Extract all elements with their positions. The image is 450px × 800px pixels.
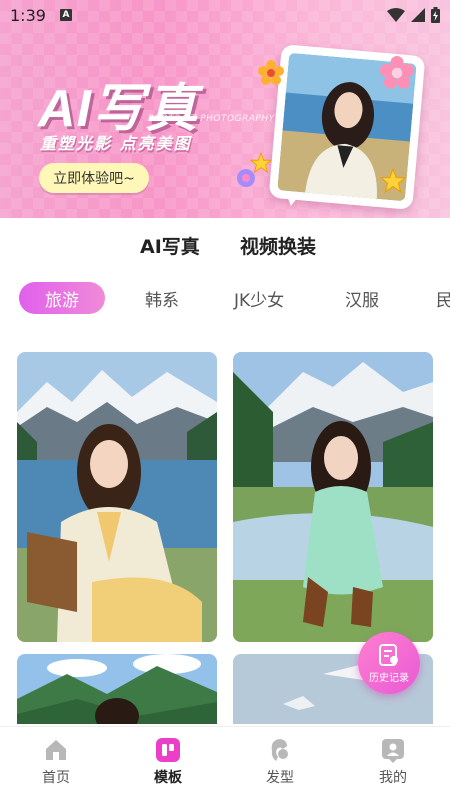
template-card[interactable]	[233, 352, 433, 642]
notification-badge: A	[59, 9, 72, 21]
style-tab-hanfu[interactable]: 汉服	[345, 282, 379, 314]
style-tab-korean[interactable]: 韩系	[145, 282, 179, 314]
signal-icon	[411, 8, 425, 22]
star-icon	[380, 168, 406, 194]
banner-slogan: 重塑光影 点亮美图	[40, 134, 192, 153]
history-button[interactable]: 历史记录	[358, 632, 420, 694]
history-button-label: 历史记录	[369, 672, 409, 684]
status-time: 1:39	[10, 5, 46, 25]
nav-template-label: 模板	[154, 770, 182, 786]
battery-icon	[431, 7, 440, 23]
frame-tail-decoration	[282, 190, 302, 208]
tab-ai-portrait[interactable]: AI写真	[140, 232, 200, 259]
pinwheel-icon	[237, 169, 255, 187]
bottom-navigation: 首页 模板 发型 我的	[0, 726, 450, 800]
type-tabs: AI写真 视频换装	[0, 232, 450, 266]
nav-home-label: 首页	[42, 770, 70, 786]
template-icon	[156, 738, 180, 762]
nav-hairstyle-label: 发型	[266, 770, 294, 786]
tab-video-outfit[interactable]: 视频换装	[240, 232, 316, 259]
banner-subtitle: PORTRAIT PHOTOGRAPHY	[148, 114, 275, 124]
home-icon	[46, 740, 66, 760]
style-tabs: 旅游 韩系 JK少女 汉服 民	[0, 282, 450, 316]
style-tab-jk-girl[interactable]: JK少女	[234, 282, 284, 314]
try-now-button[interactable]: 立即体验吧~	[39, 163, 149, 193]
nav-profile-label: 我的	[379, 770, 407, 786]
nav-hairstyle[interactable]: 发型	[240, 737, 320, 787]
flower-icon	[380, 56, 414, 89]
wifi-icon	[387, 8, 405, 22]
template-card[interactable]	[17, 654, 217, 724]
promo-banner[interactable]: AI写真 PORTRAIT PHOTOGRAPHY 重塑光影 点亮美图 立即体验…	[0, 0, 450, 218]
nav-home[interactable]: 首页	[16, 737, 96, 787]
style-tab-more[interactable]: 民	[436, 282, 450, 314]
profile-icon	[382, 739, 404, 763]
nav-template[interactable]: 模板	[128, 737, 208, 787]
flower-icon	[258, 60, 284, 85]
style-tab-travel[interactable]: 旅游	[19, 282, 105, 314]
hairstyle-icon	[271, 739, 288, 761]
history-record-icon	[379, 643, 398, 666]
status-bar: 1:39 A	[0, 0, 450, 30]
template-card[interactable]	[17, 352, 217, 642]
nav-profile[interactable]: 我的	[353, 737, 433, 787]
